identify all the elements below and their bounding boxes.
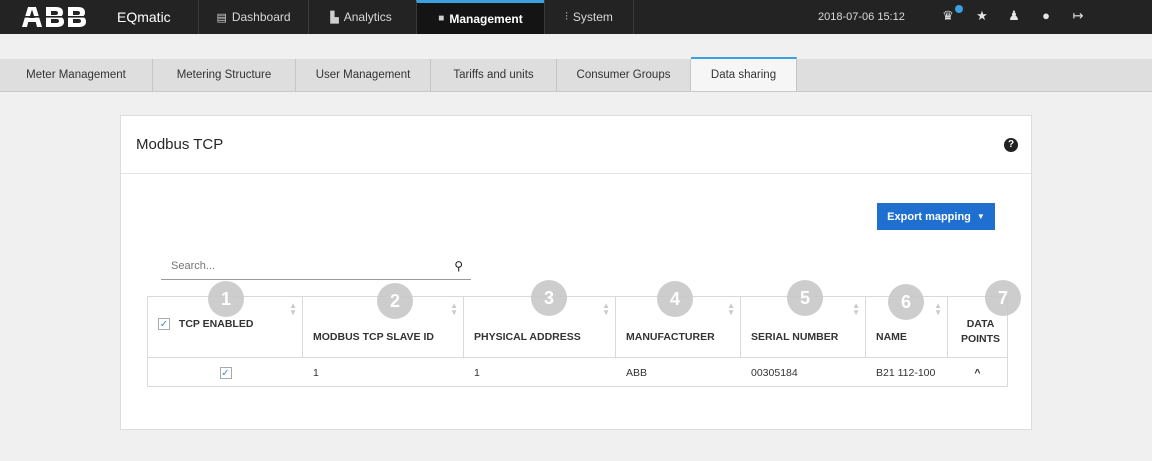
sliders-icon: ⫶: [565, 10, 568, 23]
sort-icon: ▲ ▼: [289, 301, 297, 317]
callout-badge-2: 2: [377, 283, 413, 319]
export-mapping-label: Export mapping: [887, 210, 971, 223]
export-mapping-button[interactable]: Export mapping ▼: [877, 203, 995, 230]
sort-icon: ▲ ▼: [852, 301, 860, 317]
nav-tab-label: Management: [449, 11, 523, 26]
cell-tcp-enabled: ✓: [148, 358, 303, 388]
cell-serial-number: 00305184: [751, 367, 798, 379]
sub-navigation: Meter Management Metering Structure User…: [0, 57, 1152, 92]
cell-slave-id: 1: [313, 367, 319, 379]
column-header-label: NAME: [876, 331, 907, 343]
column-header-label: SERIAL NUMBER: [751, 331, 839, 343]
subtab-meter-management[interactable]: Meter Management: [0, 59, 153, 91]
callout-badge-7: 7: [985, 280, 1021, 316]
nav-tab-system[interactable]: ⫶ System: [544, 0, 634, 34]
sort-icon: ▲ ▼: [934, 301, 942, 317]
nav-tab-label: System: [572, 10, 613, 24]
current-datetime: 2018-07-06 15:12: [818, 11, 905, 23]
subtab-user-management[interactable]: User Management: [296, 59, 431, 91]
search-icon[interactable]: ⚲: [454, 259, 463, 273]
notification-dot: [955, 5, 963, 13]
cell-name: B21 112-100: [876, 367, 936, 379]
callout-badge-6: 6: [888, 284, 924, 320]
subtab-tariffs-and-units[interactable]: Tariffs and units: [431, 59, 557, 91]
cell-physical-address: 1: [474, 367, 480, 379]
abb-logo: [22, 5, 96, 29]
analytics-icon: ▙: [330, 11, 339, 24]
callout-badge-5: 5: [787, 280, 823, 316]
divider: [121, 173, 1031, 174]
modbus-tcp-panel: Modbus TCP ? Export mapping ▼ ⚲ ✓ TCP EN…: [120, 115, 1032, 430]
caret-down-icon: ▼: [976, 212, 985, 221]
callout-badge-4: 4: [657, 281, 693, 317]
callout-badge-3: 3: [531, 280, 567, 316]
app-name: EQmatic: [117, 9, 171, 25]
star-icon[interactable]: ★: [974, 8, 990, 24]
sort-icon: ▲ ▼: [727, 301, 735, 317]
user-icon[interactable]: ♟: [1006, 8, 1022, 24]
nav-tab-analytics[interactable]: ▙ Analytics: [308, 0, 413, 34]
nav-tab-label: Analytics: [343, 10, 392, 24]
column-header-label: MODBUS TCP SLAVE ID: [313, 331, 434, 343]
table-row[interactable]: ✓ 1 1 ABB 00305184 B21 112-100 ^: [148, 357, 1007, 387]
nav-tab-management[interactable]: ■ Management: [416, 0, 544, 34]
subtab-data-sharing[interactable]: Data sharing: [691, 57, 797, 91]
nav-tab-dashboard[interactable]: ▤ Dashboard: [198, 0, 308, 34]
column-header-label: TCP ENABLED: [178, 317, 254, 330]
nav-tab-label: Dashboard: [231, 10, 291, 24]
bell-icon[interactable]: ♛: [940, 8, 956, 24]
column-header-label: DATA POINTS: [960, 318, 1001, 345]
data-table: ✓ TCP ENABLED ▲ ▼ MODBUS TCP SLAVE ID ▲ ▼ …: [147, 296, 1008, 387]
cell-manufacturer: ABB: [626, 367, 648, 379]
row-checkbox[interactable]: ✓: [219, 367, 232, 380]
info-icon[interactable]: ●: [1038, 8, 1054, 24]
subtab-consumer-groups[interactable]: Consumer Groups: [557, 59, 691, 91]
dashboard-icon: ▤: [216, 11, 227, 24]
select-all-checkbox[interactable]: ✓: [158, 318, 170, 330]
expand-data-points-icon[interactable]: ^: [948, 358, 1007, 388]
logout-icon[interactable]: ↦: [1070, 8, 1086, 24]
panel-title: Modbus TCP: [136, 136, 224, 153]
search-input[interactable]: [171, 260, 441, 272]
sort-icon: ▲ ▼: [450, 301, 458, 317]
lock-icon: ■: [438, 13, 445, 24]
search-box: ⚲: [161, 256, 471, 280]
sort-icon: ▲ ▼: [602, 301, 610, 317]
subtab-metering-structure[interactable]: Metering Structure: [153, 59, 296, 91]
top-bar: EQmatic ▤ Dashboard ▙ Analytics ■ Manage…: [0, 0, 1152, 34]
callout-badge-1: 1: [208, 281, 244, 317]
column-header-label: PHYSICAL ADDRESS: [474, 331, 581, 343]
column-header-label: MANUFACTURER: [626, 331, 715, 343]
help-icon[interactable]: ?: [1004, 138, 1018, 152]
